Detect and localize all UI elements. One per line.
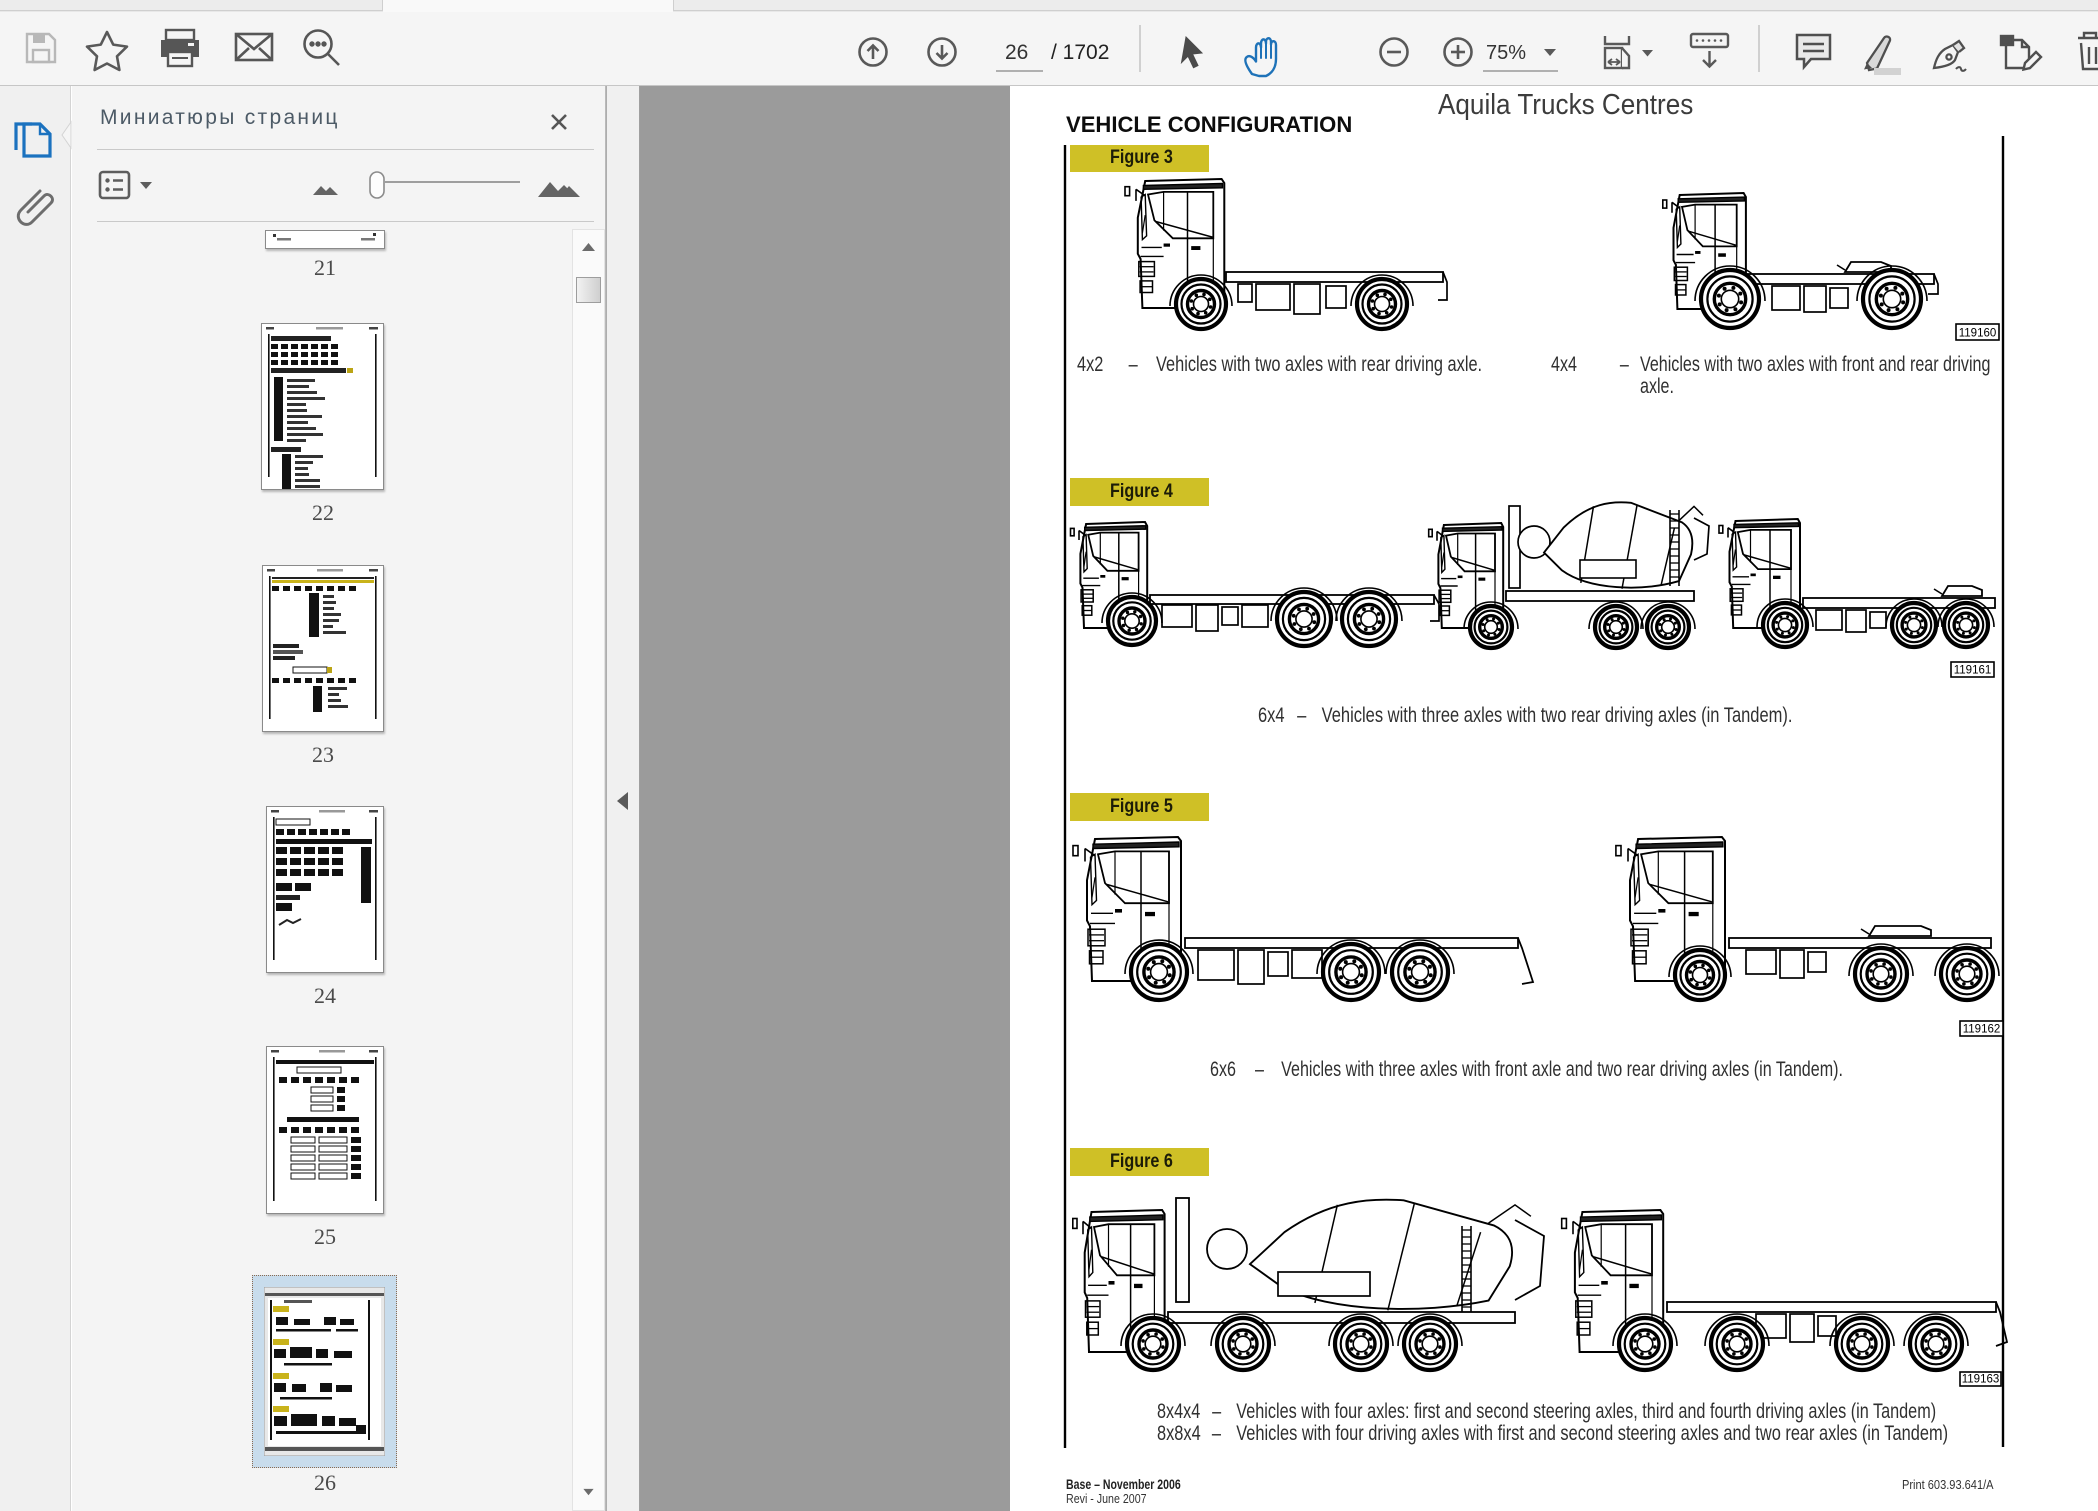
svg-text:/ 1702: / 1702 (1051, 41, 1109, 64)
svg-text:119161: 119161 (1954, 665, 1992, 677)
svg-text:26: 26 (1005, 41, 1028, 64)
svg-text:119162: 119162 (1963, 1024, 2001, 1036)
svg-text:119163: 119163 (1962, 1374, 2000, 1386)
svg-text:119160: 119160 (1959, 328, 1997, 340)
svg-text:75%: 75% (1486, 42, 1526, 64)
